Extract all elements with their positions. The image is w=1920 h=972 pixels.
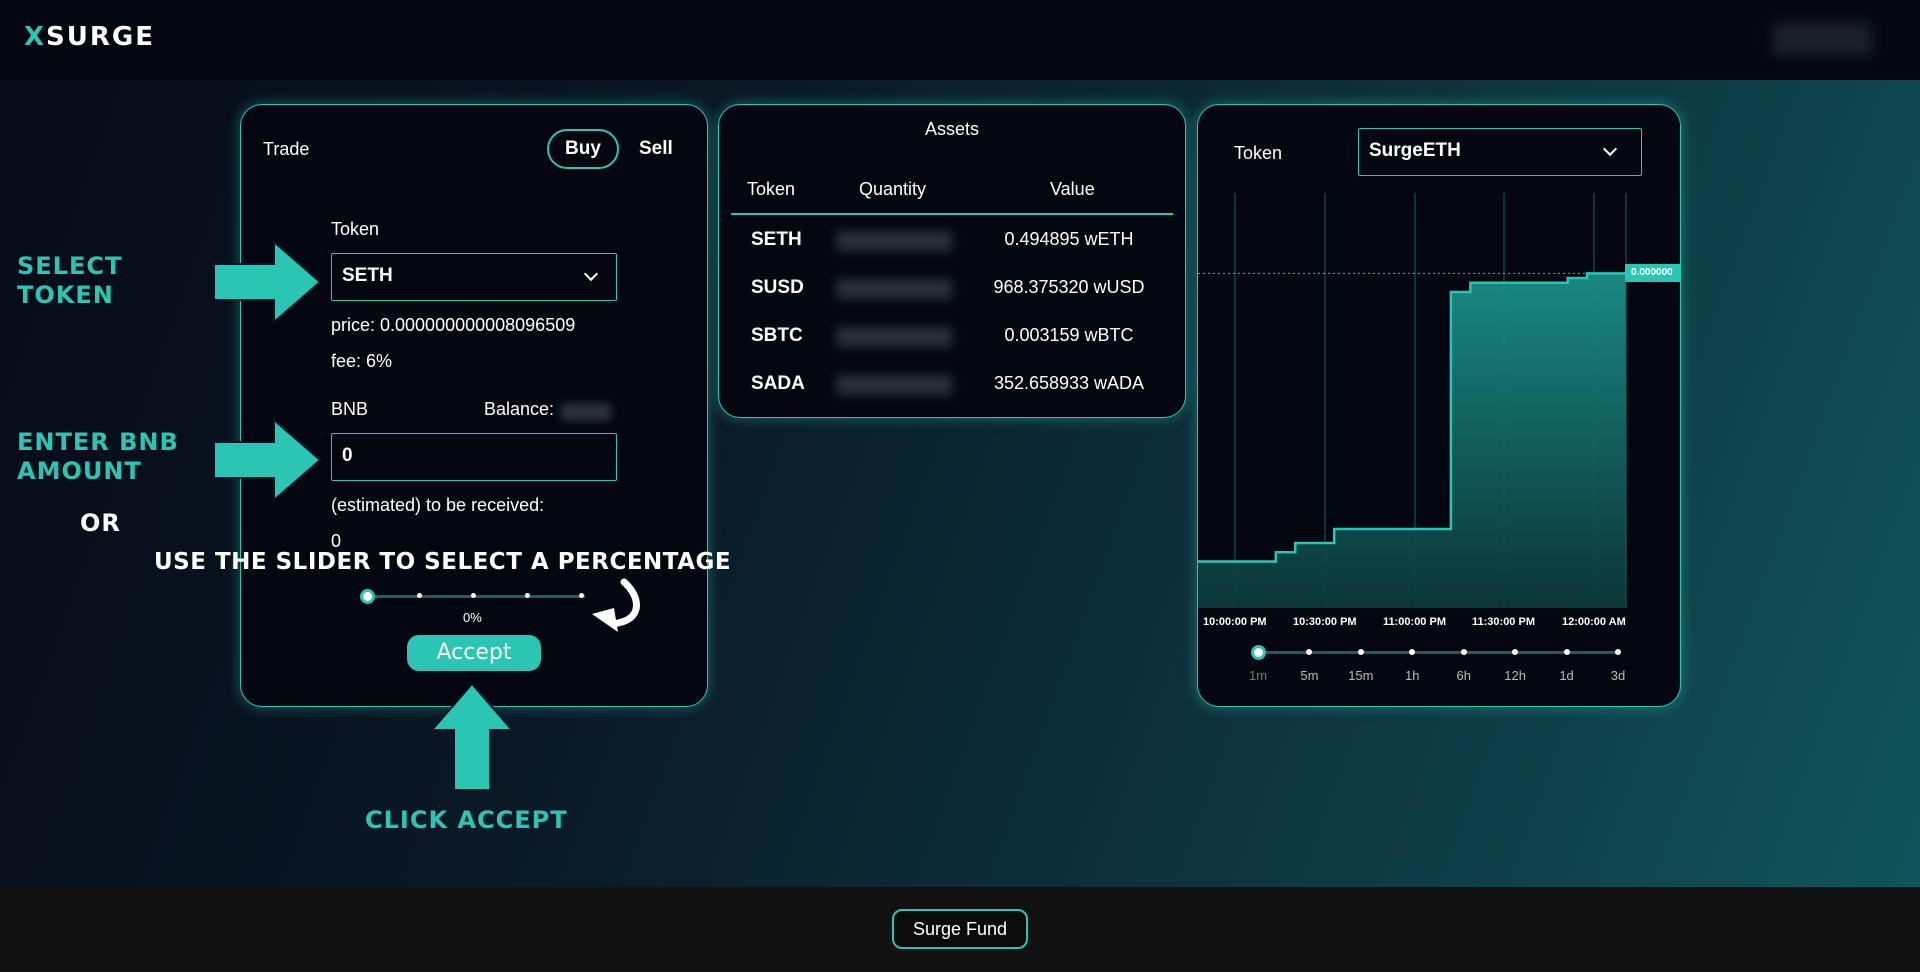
asset-token: SUSD [751,277,804,298]
last-price-tag: 0.000000 [1625,264,1680,283]
slider-tick[interactable] [471,593,476,598]
asset-token: SADA [751,373,805,394]
balance-value [561,403,611,421]
arrow-up-icon [430,682,514,791]
asset-value: 0.003159 wBTC [1004,325,1134,345]
wallet-button[interactable] [1772,22,1872,56]
x-axis-label: 10:30:00 PM [1293,616,1357,628]
tutorial-select-token: Select Token [17,252,123,309]
slider-tick[interactable] [579,593,584,598]
timeframe-option-1d[interactable]: 1d [1552,668,1582,683]
tutorial-enter-amount: Enter BNB Amount [17,428,179,485]
tutorial-or: or [80,509,121,537]
slider-tick[interactable] [525,593,530,598]
buy-button[interactable]: Buy [547,129,619,169]
arrow-right-icon [213,240,322,324]
timeframe-option-15m[interactable]: 15m [1346,668,1376,683]
slider-percent-label: 0% [463,610,482,625]
token-select-value: SETH [342,265,393,286]
column-header-quantity: Quantity [859,179,927,199]
asset-token: SETH [751,229,802,250]
x-axis-label: 12:00:00 AM [1562,616,1626,628]
balance-label: Balance: [484,399,555,419]
trade-title: Trade [263,139,310,159]
asset-quantity [837,231,952,251]
timeframe-option-12h[interactable]: 12h [1500,668,1530,683]
bnb-amount-input[interactable]: 0 [331,433,617,481]
timeframe-tick[interactable] [1357,649,1364,655]
asset-value: 968.375320 wUSD [993,277,1145,297]
timeframe-tick[interactable] [1563,649,1570,655]
percent-slider[interactable] [367,595,585,598]
asset-token: SBTC [751,325,803,346]
timeframe-slider-handle[interactable] [1251,645,1266,660]
asset-quantity [837,279,952,299]
fee-text: fee: 6% [331,351,393,371]
timeframe-option-6h[interactable]: 6h [1449,668,1479,683]
timeframe-option-1h[interactable]: 1h [1397,668,1427,683]
token-select[interactable]: SETH [331,253,617,301]
x-axis-label: 11:00:00 PM [1383,616,1446,628]
surge-fund-button[interactable]: Surge Fund [892,909,1028,949]
x-axis-label: 10:00:00 PM [1203,616,1267,628]
logo[interactable]: XSURGE [24,22,155,52]
assets-panel: Assets Token Quantity Value SETH 0.49489… [718,104,1186,418]
asset-value: 0.494895 wETH [1004,229,1134,249]
price-area [1198,273,1626,608]
estimated-label: (estimated) to be received: [331,495,545,515]
asset-quantity [837,327,952,347]
slider-handle[interactable] [360,589,375,604]
header-divider [731,213,1173,215]
slider-tick[interactable] [417,593,422,598]
x-axis-label: 11:30:00 PM [1472,616,1535,628]
sell-button[interactable]: Sell [639,138,673,160]
tutorial-click-accept: Click Accept [365,806,568,834]
timeframe-option-3d[interactable]: 3d [1603,668,1633,683]
timeframe-option-5m[interactable]: 5m [1294,668,1324,683]
chart-panel: Token SurgeETH 0.000000 10:00:00 PM 10:30… [1197,104,1681,707]
column-header-value: Value [1050,179,1095,199]
price-text: price: 0.000000000008096509 [331,315,576,335]
asset-quantity [837,375,952,395]
curved-arrow-icon [592,578,640,632]
bnb-label: BNB [331,399,369,419]
assets-title: Assets [924,119,980,139]
arrow-right-icon [213,418,322,502]
timeframe-option-1m[interactable]: 1m [1243,668,1273,683]
top-bar: XSURGE [0,0,1920,80]
token-label: Token [331,219,380,239]
timeframe-tick[interactable] [1615,649,1621,655]
tutorial-slider: Use the slider to select a percentage [154,549,732,575]
column-header-token: Token [747,179,796,199]
timeframe-tick[interactable] [1460,649,1467,655]
chevron-down-icon [583,266,599,282]
asset-value: 352.658933 wADA [993,373,1145,393]
accept-button[interactable]: Accept [407,635,541,671]
